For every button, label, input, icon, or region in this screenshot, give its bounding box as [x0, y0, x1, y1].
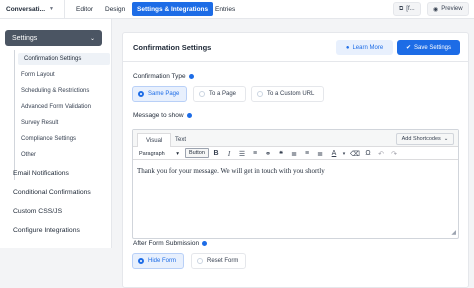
- message-editor: Visual Text Add Shortcodes ⌄ Paragraph ▾…: [132, 129, 459, 239]
- learn-more-button[interactable]: ● Learn More: [336, 40, 393, 55]
- settings-sidebar: Settings ⌄ Confirmation Settings Form La…: [0, 19, 112, 248]
- tab-editor[interactable]: Editor: [71, 0, 98, 18]
- save-settings-button[interactable]: ✔ Save Settings: [397, 40, 460, 55]
- radio-hide-form[interactable]: Hide Form: [132, 253, 184, 269]
- bullet-list-icon[interactable]: ☰: [237, 148, 247, 159]
- sidebar-item-email-notifications[interactable]: Email Notifications: [13, 170, 69, 177]
- editor-tab-bar: Visual Text Add Shortcodes ⌄: [133, 130, 458, 147]
- tab-settings-integrations[interactable]: Settings & Integrations: [132, 2, 214, 16]
- italic-icon[interactable]: I: [224, 148, 234, 159]
- help-icon[interactable]: [186, 113, 192, 118]
- help-icon[interactable]: [188, 74, 194, 79]
- help-icon[interactable]: [202, 241, 208, 246]
- sidebar-item-conditional-confirmations[interactable]: Conditional Confirmations: [13, 189, 91, 196]
- preview-button[interactable]: ◉ Preview: [427, 2, 469, 16]
- align-right-icon[interactable]: ≣: [315, 148, 325, 159]
- tab-design[interactable]: Design: [100, 0, 130, 18]
- radio-label: Same Page: [148, 91, 180, 97]
- radio-label: To a Page: [209, 91, 237, 97]
- sidebar-item-other[interactable]: Other: [21, 152, 36, 158]
- chevron-down-icon[interactable]: ▾: [339, 148, 349, 159]
- tab-entries[interactable]: Entries: [210, 0, 240, 18]
- preview-label: Preview: [441, 6, 463, 12]
- editor-toolbar: Paragraph ▾ Button B I ☰ ≡ ⚭ ❝ ≣ ≡ ≣ A ▾…: [133, 147, 458, 160]
- text-color-icon[interactable]: A: [329, 148, 339, 159]
- undo-icon[interactable]: ↶: [376, 148, 386, 159]
- chevron-down-icon: ⌄: [443, 136, 449, 142]
- chevron-down-icon: ⌄: [89, 35, 95, 42]
- radio-circle-icon: [138, 91, 144, 97]
- radio-circle-icon: [257, 91, 263, 97]
- add-shortcodes-button[interactable]: Add Shortcodes ⌄: [396, 133, 454, 145]
- radio-circle-icon: [138, 258, 144, 264]
- sidebar-item-scheduling-restrictions[interactable]: Scheduling & Restrictions: [21, 88, 89, 94]
- radio-label: To a Custom URL: [267, 91, 315, 97]
- info-icon: ●: [345, 44, 350, 51]
- format-select-value: Paragraph: [139, 150, 165, 157]
- after-submission-text: After Form Submission: [133, 240, 200, 247]
- save-settings-label: Save Settings: [414, 44, 452, 51]
- sidebar-item-form-layout[interactable]: Form Layout: [21, 72, 55, 78]
- top-bar: Conversati... ▼ Editor Design Settings &…: [0, 0, 474, 19]
- message-label: Message to show: [133, 112, 192, 119]
- align-left-icon[interactable]: ≣: [289, 148, 299, 159]
- form-name-dropdown[interactable]: Conversati... ▼: [0, 0, 65, 18]
- sidebar-item-configure-integrations[interactable]: Configure Integrations: [13, 227, 80, 234]
- page-title: Confirmation Settings: [133, 43, 212, 52]
- form-name: Conversati...: [6, 5, 46, 13]
- card-header: Confirmation Settings ● Learn More ✔ Sav…: [123, 33, 468, 62]
- shortcode-label: [f...: [406, 6, 415, 12]
- sidebar-tree-line: [14, 50, 15, 180]
- sidebar-item-compliance-settings[interactable]: Compliance Settings: [21, 136, 76, 142]
- sidebar-settings-label: Settings: [12, 34, 38, 42]
- chevron-down-icon: ▾: [176, 150, 179, 157]
- after-submission-label: After Form Submission: [133, 240, 208, 247]
- sidebar-settings-toggle[interactable]: Settings ⌄: [5, 30, 102, 46]
- shortcode-button[interactable]: ⧉ [f...: [393, 2, 421, 16]
- chevron-down-icon: ▼: [49, 6, 54, 12]
- radio-label: Reset Form: [207, 258, 239, 264]
- confirmation-settings-card: Confirmation Settings ● Learn More ✔ Sav…: [122, 32, 469, 288]
- add-shortcodes-label: Add Shortcodes: [401, 136, 441, 142]
- sidebar-item-advanced-form-validation[interactable]: Advanced Form Validation: [21, 104, 91, 110]
- special-char-icon[interactable]: Ω: [363, 148, 373, 159]
- insert-button-button[interactable]: Button: [185, 148, 209, 158]
- confirmation-type-label: Confirmation Type: [133, 73, 194, 80]
- copy-icon: ⧉: [399, 5, 404, 12]
- radio-same-page[interactable]: Same Page: [132, 86, 187, 102]
- blockquote-icon[interactable]: ❝: [276, 148, 286, 159]
- resize-handle-icon[interactable]: ◢: [451, 229, 456, 236]
- sidebar-item-custom-css-js[interactable]: Custom CSS/JS: [13, 208, 62, 215]
- check-icon: ✔: [405, 45, 411, 51]
- numbered-list-icon[interactable]: ≡: [250, 148, 260, 159]
- sidebar-item-survey-result[interactable]: Survey Result: [21, 120, 58, 126]
- learn-more-label: Learn More: [352, 44, 384, 51]
- radio-reset-form[interactable]: Reset Form: [191, 253, 246, 269]
- radio-label: Hide Form: [148, 258, 177, 264]
- message-label-text: Message to show: [133, 112, 184, 119]
- confirmation-type-text: Confirmation Type: [133, 73, 186, 80]
- bold-icon[interactable]: B: [211, 148, 221, 159]
- redo-icon[interactable]: ↷: [389, 148, 399, 159]
- radio-custom-url[interactable]: To a Custom URL: [251, 86, 324, 102]
- align-center-icon[interactable]: ≡: [302, 148, 312, 159]
- editor-tab-text[interactable]: Text: [167, 133, 194, 147]
- eye-icon: ◉: [433, 6, 439, 13]
- editor-content[interactable]: Thank you for your message. We will get …: [137, 167, 325, 175]
- radio-to-a-page[interactable]: To a Page: [193, 86, 246, 102]
- radio-circle-icon: [199, 91, 205, 97]
- radio-circle-icon: [197, 258, 203, 264]
- format-select[interactable]: Paragraph ▾: [136, 149, 182, 158]
- link-icon[interactable]: ⚭: [263, 148, 273, 159]
- sidebar-item-confirmation-settings[interactable]: Confirmation Settings: [18, 53, 110, 65]
- clear-format-icon[interactable]: ⌫: [350, 148, 360, 159]
